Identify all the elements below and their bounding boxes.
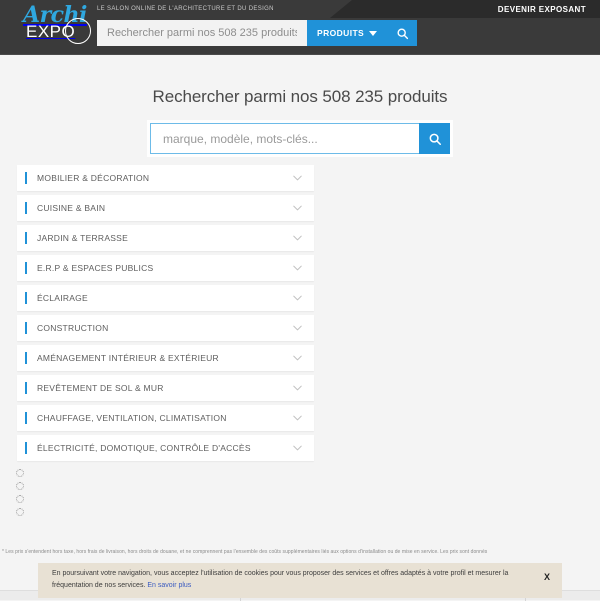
header-produits-dropdown[interactable]: PRODUITS <box>307 20 387 46</box>
header-search-button[interactable] <box>387 20 417 46</box>
loading-spinner-icon <box>16 482 24 490</box>
loading-spinner-icon <box>16 469 24 477</box>
category-item-construction[interactable]: CONSTRUCTION <box>17 315 314 341</box>
category-item-jardin-terrasse[interactable]: JARDIN & TERRASSE <box>17 225 314 251</box>
category-label: ÉLECTRICITÉ, DOMOTIQUE, CONTRÔLE D'ACCÈS <box>37 443 293 453</box>
chevron-down-glyph <box>293 325 302 331</box>
category-accent-bar <box>25 352 27 364</box>
page-title: Rechercher parmi nos 508 235 produits <box>153 87 448 107</box>
chevron-down-glyph <box>293 415 302 421</box>
chevron-down-icon[interactable] <box>293 235 302 241</box>
category-accent-bar <box>25 382 27 394</box>
category-accent-bar <box>25 172 27 184</box>
logo-circle-icon <box>65 18 91 44</box>
category-accent-bar <box>25 202 27 214</box>
header-search-input[interactable] <box>97 20 307 46</box>
chevron-down-glyph <box>293 205 302 211</box>
search-icon <box>428 132 442 146</box>
category-item-amenagement-interieur-exterieur[interactable]: AMÉNAGEMENT INTÉRIEUR & EXTÉRIEUR <box>17 345 314 371</box>
category-accent-bar <box>25 442 27 454</box>
chevron-down-icon[interactable] <box>293 265 302 271</box>
chevron-down-glyph <box>293 385 302 391</box>
chevron-down-glyph <box>293 265 302 271</box>
category-label: REVÊTEMENT DE SOL & MUR <box>37 383 293 393</box>
chevron-down-icon[interactable] <box>293 205 302 211</box>
category-label: E.R.P & ESPACES PUBLICS <box>37 263 293 273</box>
category-accent-bar <box>25 292 27 304</box>
category-accent-bar <box>25 412 27 424</box>
category-label: CHAUFFAGE, VENTILATION, CLIMATISATION <box>37 413 293 423</box>
header-produits-label: PRODUITS <box>317 28 364 38</box>
category-item-eclairage[interactable]: ÉCLAIRAGE <box>17 285 314 311</box>
category-item-mobilier-decoration[interactable]: MOBILIER & DÉCORATION <box>17 165 314 191</box>
chevron-down-glyph <box>293 175 302 181</box>
site-logo[interactable]: Archi EXPO <box>22 4 90 46</box>
chevron-down-icon[interactable] <box>293 295 302 301</box>
category-label: CONSTRUCTION <box>37 323 293 333</box>
category-list: MOBILIER & DÉCORATION CUISINE & BAIN JAR… <box>17 165 314 461</box>
cookie-learn-more-link[interactable]: En savoir plus <box>147 582 191 589</box>
header-divider <box>0 54 600 55</box>
chevron-down-icon <box>369 31 377 36</box>
loading-spinner-icon <box>16 508 24 516</box>
header-top-bar: DEVENIR EXPOSANT <box>330 0 600 18</box>
category-item-erp-espaces-publics[interactable]: E.R.P & ESPACES PUBLICS <box>17 255 314 281</box>
cookie-message: En poursuivant votre navigation, vous ac… <box>52 570 508 589</box>
cookie-consent-banner: En poursuivant votre navigation, vous ac… <box>38 563 562 598</box>
category-accent-bar <box>25 232 27 244</box>
category-label: CUISINE & BAIN <box>37 203 293 213</box>
category-item-cuisine-bain[interactable]: CUISINE & BAIN <box>17 195 314 221</box>
chevron-down-icon[interactable] <box>293 355 302 361</box>
search-icon <box>396 27 409 40</box>
chevron-down-icon[interactable] <box>293 385 302 391</box>
chevron-down-icon[interactable] <box>293 175 302 181</box>
category-item-revetement-sol-mur[interactable]: REVÊTEMENT DE SOL & MUR <box>17 375 314 401</box>
chevron-down-glyph <box>293 295 302 301</box>
chevron-down-glyph <box>293 355 302 361</box>
chevron-down-icon[interactable] <box>293 445 302 451</box>
category-accent-bar <box>25 322 27 334</box>
category-item-chauffage-ventilation-climatisation[interactable]: CHAUFFAGE, VENTILATION, CLIMATISATION <box>17 405 314 431</box>
hero-section: Rechercher parmi nos 508 235 produits <box>0 55 600 165</box>
site-header: DEVENIR EXPOSANT Archi EXPO LE SALON ONL… <box>0 0 600 55</box>
loading-placeholders <box>16 469 600 516</box>
chevron-down-glyph <box>293 445 302 451</box>
category-label: MOBILIER & DÉCORATION <box>37 173 293 183</box>
legal-disclaimer: * Les prix s'entendent hors taxe, hors f… <box>0 549 600 555</box>
hero-search-button[interactable] <box>419 123 450 154</box>
chevron-down-icon[interactable] <box>293 415 302 421</box>
hero-search-input[interactable] <box>151 124 419 153</box>
site-tagline: LE SALON ONLINE DE L'ARCHITECTURE ET DU … <box>97 6 274 12</box>
chevron-down-glyph <box>293 235 302 241</box>
cookie-consent-text: En poursuivant votre navigation, vous ac… <box>52 568 540 593</box>
category-label: AMÉNAGEMENT INTÉRIEUR & EXTÉRIEUR <box>37 353 293 363</box>
close-icon[interactable]: X <box>540 572 554 582</box>
header-search-bar: PRODUITS <box>97 20 417 46</box>
chevron-down-icon[interactable] <box>293 325 302 331</box>
category-label: JARDIN & TERRASSE <box>37 233 293 243</box>
category-accent-bar <box>25 262 27 274</box>
devenir-exposant-link[interactable]: DEVENIR EXPOSANT <box>498 5 586 14</box>
hero-search-bar <box>150 123 450 154</box>
category-label: ÉCLAIRAGE <box>37 293 293 303</box>
loading-spinner-icon <box>16 495 24 503</box>
category-item-electricite-domotique-controle-acces[interactable]: ÉLECTRICITÉ, DOMOTIQUE, CONTRÔLE D'ACCÈS <box>17 435 314 461</box>
